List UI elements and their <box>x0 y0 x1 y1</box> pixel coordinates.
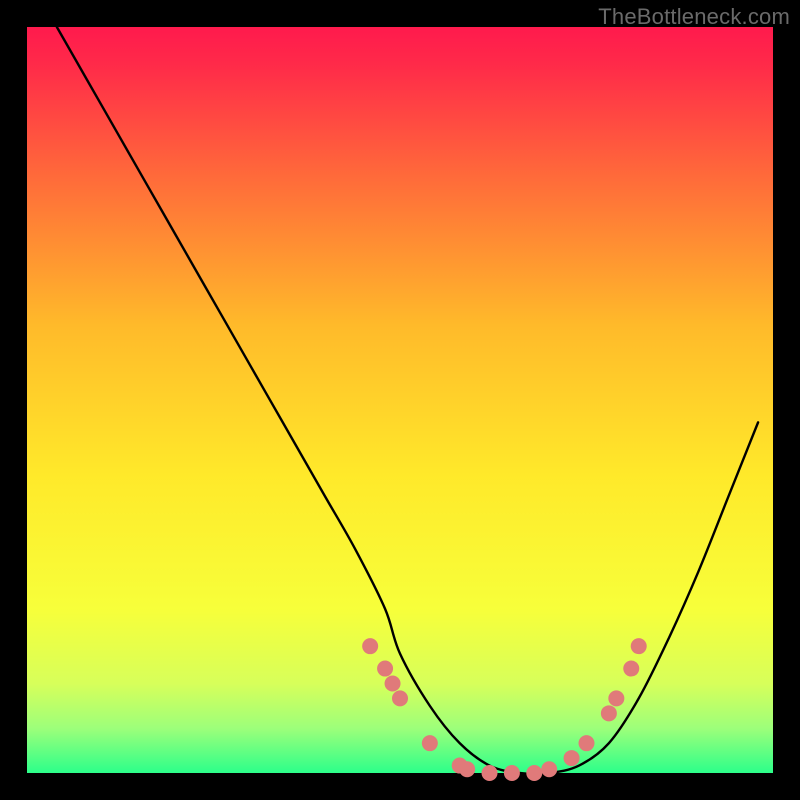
chart-svg <box>0 0 800 800</box>
chart-background-gradient <box>27 27 773 773</box>
marker-dot <box>526 765 542 781</box>
marker-dot <box>631 638 647 654</box>
marker-dot <box>601 705 617 721</box>
marker-dot <box>459 761 475 777</box>
watermark-text: TheBottleneck.com <box>598 4 790 30</box>
marker-dot <box>422 735 438 751</box>
marker-dot <box>608 690 624 706</box>
chart-stage: TheBottleneck.com <box>0 0 800 800</box>
marker-dot <box>579 735 595 751</box>
marker-dot <box>504 765 520 781</box>
marker-dot <box>564 750 580 766</box>
marker-dot <box>482 765 498 781</box>
marker-dot <box>385 675 401 691</box>
marker-dot <box>362 638 378 654</box>
marker-dot <box>392 690 408 706</box>
marker-dot <box>377 661 393 677</box>
marker-dot <box>541 761 557 777</box>
marker-dot <box>623 661 639 677</box>
